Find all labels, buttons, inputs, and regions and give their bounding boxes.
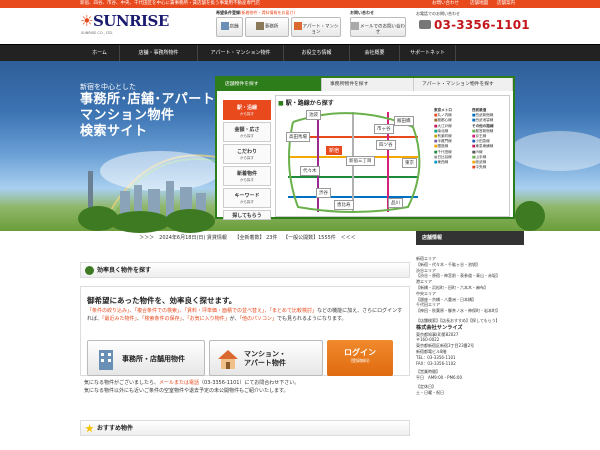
news-date: ＞＞＞ 2024年6月18日(日) 賃貸情報 bbox=[139, 235, 227, 241]
nav-home[interactable]: ホーム bbox=[80, 45, 120, 62]
station-yotsuya[interactable]: 四ツ谷 bbox=[376, 140, 396, 150]
office-building-icon bbox=[99, 350, 113, 370]
tab-apartment-search[interactable]: アパート・マンション物件を探す bbox=[414, 78, 513, 91]
cloud-2 bbox=[510, 131, 600, 171]
cond-shop-button[interactable]: 店舗 bbox=[216, 17, 243, 37]
phone-icon bbox=[419, 20, 431, 29]
recommended-heading: おすすめ物件 bbox=[80, 420, 410, 436]
top-bar-text: 新宿、四谷、市谷、中央、千代田区を中心に賃事務所・賃店舗を扱う事業用不動産専門店 bbox=[80, 1, 260, 6]
hero-tagline: 新宿を中心とした bbox=[80, 83, 136, 91]
station-shinjuku-sanchome[interactable]: 新宿三丁目 bbox=[346, 156, 375, 166]
logo-subtitle: SUNRISE CO., LTD. bbox=[81, 31, 114, 35]
sidebar-title: 店舗情報 bbox=[416, 231, 524, 245]
efficient-search-box: 御希望にあった物件を、効率良く探せます。 「条件の絞り込み」、「複合条件での検索… bbox=[80, 286, 410, 376]
contact-note: 気になる物件がございましたら、メールまたは電話（03-3356-1101）にてお… bbox=[84, 380, 300, 394]
news-public-count[interactable]: 【一般公開数】1555件 ＜＜＜ bbox=[283, 235, 356, 241]
top-link-map[interactable]: 店舗地図 bbox=[470, 0, 488, 8]
login-button[interactable]: ログイン (登録無料) bbox=[327, 340, 393, 376]
legend-other: 西武鉄道 ■西武新宿線 ■西武池袋線 その他の路線 ■都営新宿線 ■京王線 ■小… bbox=[472, 108, 509, 170]
efficient-heading: 御希望にあった物件を、効率良く探せます。 bbox=[87, 296, 237, 305]
search-by-price[interactable]: 金額・広さ から探す bbox=[223, 122, 271, 142]
top-link-contact[interactable]: お問い合わせ bbox=[432, 0, 459, 8]
mail-phone-link[interactable]: メールまたは電話 bbox=[159, 380, 199, 386]
sidebar-area-minato[interactable]: 港エリア 【新橋・浜松町・田町・六本木・麻布】 bbox=[416, 279, 524, 291]
station-ikebukuro[interactable]: 池袋 bbox=[306, 110, 321, 120]
tree bbox=[515, 201, 545, 231]
station-takadanobaba[interactable]: 高田馬場 bbox=[286, 132, 310, 142]
mail-contact-button[interactable]: メールでのお問い合わせ bbox=[350, 17, 406, 37]
station-ebisu[interactable]: 恵比寿 bbox=[334, 200, 354, 210]
route-legend: 東京メトロ ■丸ノ内線 ■副都心線 ■大江戸線 ■南北線 ■有楽町線 ■半蔵門線… bbox=[434, 108, 509, 170]
search-by-station[interactable]: 駅・沿線 から探す bbox=[223, 100, 271, 120]
search-new-listings[interactable]: 新着物件 から探す bbox=[223, 166, 271, 186]
top-link-info[interactable]: 店舗案内 bbox=[497, 0, 515, 8]
station-shinjuku[interactable]: 新宿 bbox=[326, 146, 343, 155]
station-tokyo[interactable]: 東京 bbox=[402, 158, 417, 168]
route-map-title: ■ 駅・路線から探す bbox=[278, 100, 334, 107]
tree bbox=[110, 211, 170, 233]
top-bar: 新宿、四谷、市谷、中央、千代田区を中心に賃事務所・賃店舗を扱う事業用不動産専門店… bbox=[0, 0, 600, 8]
logo-sun-icon: ☀ bbox=[80, 12, 93, 30]
nav-useful-info[interactable]: お役立ち情報 bbox=[284, 45, 350, 62]
sidebar: 新宿エリア 【新宿・代々木・千駄ヶ谷・池袋】 渋谷エリア 【渋谷・原宿・神宮前・表参… bbox=[416, 256, 524, 396]
sidebar-links[interactable]: 【店舗検索】【店長おすすめ】【探してもらう】 bbox=[416, 318, 524, 324]
efficient-search-heading: 効率良く物件を探す bbox=[80, 262, 410, 278]
search-icon bbox=[85, 266, 94, 275]
company-fax: FAX：03-3356-1102 bbox=[416, 360, 456, 366]
contact-label: お問い合わせ bbox=[350, 10, 374, 15]
tree bbox=[165, 209, 215, 233]
star-icon bbox=[85, 424, 94, 433]
station-shibuya[interactable]: 渋谷 bbox=[316, 188, 331, 198]
search-by-preference[interactable]: こだわり から探す bbox=[223, 144, 271, 164]
route-map: ■ 駅・路線から探す 新宿 四ツ谷 市ヶ谷 飯田橋 渋谷 池袋 東京 品川 高田… bbox=[275, 95, 510, 217]
nav-company[interactable]: 会社概要 bbox=[350, 45, 400, 62]
phone-number[interactable]: 03-3356-1101 bbox=[434, 18, 530, 32]
business-hours: 平日 AM9:00 - PM6:00 bbox=[416, 375, 463, 381]
office-shop-listings-button[interactable]: 事務所・店舗用物件 bbox=[87, 340, 205, 376]
station-iidabashi[interactable]: 飯田橋 bbox=[394, 116, 414, 126]
cond-office-button[interactable]: 事務所 bbox=[245, 17, 289, 37]
cloud bbox=[100, 151, 220, 191]
shop-icon bbox=[220, 22, 229, 30]
sidebar-area-chuo[interactable]: 中央エリア 【銀座・京橋・八重洲・日本橋】 bbox=[416, 291, 524, 303]
nav-office-shop[interactable]: 店舗・事務所物件 bbox=[120, 45, 198, 62]
conditions-note: (新着物件・賃料情報をお届け) bbox=[240, 10, 296, 15]
tab-office-search[interactable]: 事務所物件を探す bbox=[322, 78, 414, 91]
hero-title: 事務所･店舗･アパート マンション物件 検索サイト bbox=[80, 92, 216, 139]
sidebar-area-chiyoda[interactable]: 千代田エリア 【神田・秋葉原・御茶ノ水・神保町・岩本町】 bbox=[416, 302, 524, 314]
legend-item[interactable]: ■東西線 bbox=[434, 160, 470, 165]
sidebar-area-shibuya[interactable]: 渋谷エリア 【渋谷・原宿・神宮前・表参道・青山・赤坂】 bbox=[416, 268, 524, 280]
station-yoyogi[interactable]: 代々木 bbox=[300, 166, 320, 176]
holidays: 土・日曜・祝日 bbox=[416, 389, 444, 395]
nav-apartment[interactable]: アパート・マンション物件 bbox=[198, 45, 284, 62]
apartment-listings-button[interactable]: マンション・ アパート物件 bbox=[209, 340, 323, 376]
news-bar: ＞＞＞ 2024年6月18日(日) 賃貸情報 【全新着数】 23件 【一般公開数… bbox=[80, 231, 415, 245]
efficient-description: 「条件の絞り込み」、「複合条件での検索」、「賃料・坪単価・面積での並べ替え」、「… bbox=[87, 308, 403, 322]
mail-icon bbox=[351, 22, 359, 30]
request-search-button[interactable]: 探してもらう bbox=[223, 210, 271, 220]
search-panel: 店舗物件を探す 事務所物件を探す アパート・マンション物件を探す 駅・沿線 から探… bbox=[215, 76, 515, 220]
news-new-count[interactable]: 【全新着数】 23件 bbox=[235, 235, 278, 241]
conditions-label: 希望条件登録 bbox=[216, 10, 240, 15]
legend-metro: 東京メトロ ■丸ノ内線 ■副都心線 ■大江戸線 ■南北線 ■有楽町線 ■半蔵門線… bbox=[434, 108, 470, 170]
site-logo[interactable]: ☀SUNRISE bbox=[80, 12, 169, 30]
main-nav: ホーム 店舗・事務所物件 アパート・マンション物件 お役立ち情報 会社概要 サポ… bbox=[0, 44, 600, 62]
legend-item[interactable]: ■中央線 bbox=[472, 165, 509, 170]
house-icon bbox=[218, 350, 238, 369]
apartment-icon bbox=[293, 22, 302, 30]
phone-label: お電話でのお問い合わせ bbox=[416, 11, 460, 16]
train-icon: ■ bbox=[278, 100, 284, 107]
sidebar-area-shinjuku[interactable]: 新宿エリア 【新宿・代々木・千駄ヶ谷・池袋】 bbox=[416, 256, 524, 268]
tab-shop-search[interactable]: 店舗物件を探す bbox=[217, 78, 322, 91]
cond-apartment-button[interactable]: アパート・マンション bbox=[291, 17, 341, 37]
station-ichigaya[interactable]: 市ヶ谷 bbox=[374, 124, 394, 134]
search-by-keyword[interactable]: キーワード から探す bbox=[223, 188, 271, 208]
office-icon bbox=[255, 22, 264, 30]
nav-support[interactable]: サポートネット bbox=[400, 45, 456, 62]
station-shinagawa[interactable]: 品川 bbox=[388, 198, 403, 208]
